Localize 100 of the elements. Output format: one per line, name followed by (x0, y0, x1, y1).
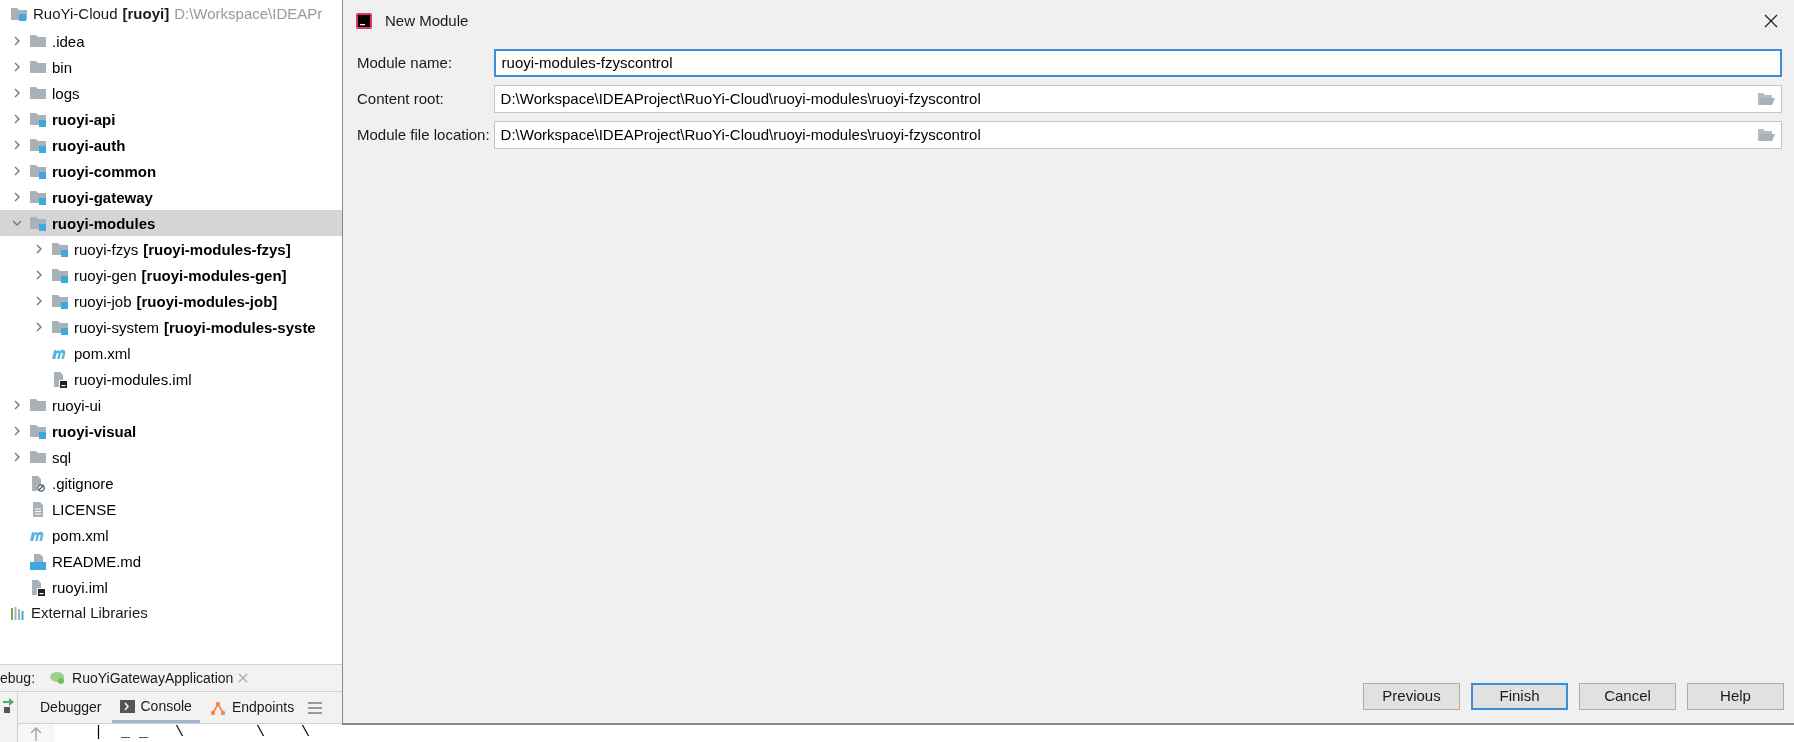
module-name-label: [ruoyi-modules-job] (136, 291, 278, 312)
tree-item[interactable]: ruoyi-visual (0, 418, 342, 444)
tree-item[interactable]: .idea (0, 28, 342, 54)
tree-item[interactable]: .gitignore (0, 470, 342, 496)
text-field[interactable]: D:\Workspace\IDEAProject\RuoYi-Cloud\ruoyi-modules\ruoyi-fzyscontrol (493, 121, 1782, 149)
chevron-icon[interactable] (12, 192, 22, 202)
tree-item[interactable]: ruoyi-fzys [ruoyi-modules-fzys] (0, 236, 342, 262)
app-icon (355, 12, 373, 30)
chevron-icon[interactable] (34, 322, 44, 332)
item-label: pom.xml (74, 343, 131, 364)
tree-item[interactable]: ruoyi-ui (0, 392, 342, 418)
module-folder-icon (29, 163, 47, 179)
chevron-icon[interactable] (34, 296, 44, 306)
tree-item[interactable]: ruoyi-modules (0, 210, 342, 236)
tree-item[interactable]: ruoyi-modules.iml (0, 366, 342, 392)
libraries-icon (10, 606, 26, 620)
tree-item[interactable]: README.md (0, 548, 342, 574)
dialog-button[interactable]: Finish (1471, 683, 1568, 710)
module-name-label: [ruoyi-modules-syste (164, 317, 316, 338)
tree-item[interactable]: ruoyi-job [ruoyi-modules-job] (0, 288, 342, 314)
console-output: | _ _ \ \ \ (93, 724, 311, 742)
chevron-icon[interactable] (12, 218, 22, 228)
rerun-icon[interactable] (2, 696, 15, 714)
module-file-icon (30, 578, 46, 596)
chevron-icon[interactable] (12, 140, 22, 150)
module-name-label: [ruoyi-modules-gen] (141, 265, 287, 286)
module-folder-icon (29, 137, 47, 153)
chevron-icon[interactable] (12, 36, 22, 46)
field-label: Module file location: (357, 124, 490, 145)
item-label: bin (52, 57, 73, 78)
item-label: ruoyi-system (74, 317, 159, 338)
item-label: .gitignore (52, 473, 114, 494)
dialog-button[interactable]: Cancel (1579, 683, 1676, 710)
tree-item[interactable]: ruoyi-common (0, 158, 342, 184)
tree-item[interactable]: External Libraries (31, 601, 148, 625)
item-label: ruoyi-ui (52, 395, 102, 416)
item-label: ruoyi-fzys (74, 239, 139, 260)
chevron-icon[interactable] (12, 62, 22, 72)
item-label: ruoyi-modules.iml (74, 369, 192, 390)
folder-icon (29, 397, 47, 413)
item-label: LICENSE (52, 499, 117, 520)
module-file-icon (52, 370, 68, 388)
dialog-button[interactable]: Help (1687, 683, 1784, 710)
chevron-icon[interactable] (12, 452, 22, 462)
project-module-name: [ruoyi] (122, 3, 170, 24)
chevron-icon[interactable] (12, 88, 22, 98)
module-name-label: [ruoyi-modules-fzys] (143, 239, 291, 260)
chevron-icon[interactable] (12, 426, 22, 436)
chevron-icon[interactable] (34, 270, 44, 280)
folder-icon (29, 59, 47, 75)
debug-tab[interactable]: Endpoints (201, 692, 303, 723)
item-label: ruoyi-job (74, 291, 132, 312)
folder-icon (29, 33, 47, 49)
menu-icon[interactable] (308, 701, 323, 714)
item-label: .idea (52, 31, 85, 52)
tree-item[interactable]: ruoyi-gen [ruoyi-modules-gen] (0, 262, 342, 288)
tree-item[interactable]: ruoyi-gateway (0, 184, 342, 210)
chevron-icon[interactable] (34, 244, 44, 254)
item-label: ruoyi-gateway (52, 187, 153, 208)
tree-item[interactable]: pom.xml (0, 522, 342, 548)
folder-icon (29, 449, 47, 465)
tree-item[interactable]: LICENSE (0, 496, 342, 522)
console-icon (119, 699, 135, 713)
module-folder-icon (29, 111, 47, 127)
module-folder-icon (51, 267, 69, 283)
folder-icon (29, 85, 47, 101)
item-label: sql (52, 447, 72, 468)
item-label: ruoyi-visual (52, 421, 137, 442)
chevron-icon[interactable] (12, 400, 22, 410)
debug-tab[interactable]: Debugger (32, 692, 110, 723)
module-folder-icon (29, 423, 47, 439)
project-path: D:\Workspace\IDEAPr (174, 3, 323, 24)
tree-item[interactable]: ruoyi.iml (0, 574, 342, 600)
run-config-tab[interactable]: RuoYiGatewayApplication (49, 667, 249, 689)
chevron-icon[interactable] (12, 166, 22, 176)
tree-item[interactable]: pom.xml (0, 340, 342, 366)
dialog-button[interactable]: Previous (1363, 683, 1460, 710)
endpoints-icon (209, 699, 226, 716)
module-folder-icon (29, 189, 47, 205)
tree-item[interactable]: ruoyi-api (0, 106, 342, 132)
item-label: ruoyi-common (52, 161, 157, 182)
field-label: Content root: (357, 88, 445, 109)
item-label: ruoyi-auth (52, 135, 126, 156)
module-folder-icon (51, 319, 69, 335)
tree-item[interactable]: sql (0, 444, 342, 470)
tree-item[interactable]: logs (0, 80, 342, 106)
chevron-icon[interactable] (12, 114, 22, 124)
debug-tab[interactable]: Console (111, 692, 200, 723)
item-label: ruoyi.iml (52, 577, 108, 598)
text-field[interactable]: D:\Workspace\IDEAProject\RuoYi-Cloud\ruoyi-modules\ruoyi-fzyscontrol (493, 85, 1782, 113)
item-label: ruoyi-modules (52, 213, 156, 234)
dialog-title: New Module (385, 10, 470, 31)
text-file-icon (31, 500, 45, 518)
tree-item[interactable]: ruoyi-system [ruoyi-modules-syste (0, 314, 342, 340)
debug-label: ebug: (0, 668, 36, 688)
tree-item[interactable]: bin (0, 54, 342, 80)
close-icon[interactable] (1764, 14, 1778, 28)
tree-item[interactable]: ruoyi-auth (0, 132, 342, 158)
item-label: ruoyi-gen (74, 265, 137, 286)
text-field[interactable]: ruoyi-modules-fzyscontrol (493, 49, 1782, 77)
